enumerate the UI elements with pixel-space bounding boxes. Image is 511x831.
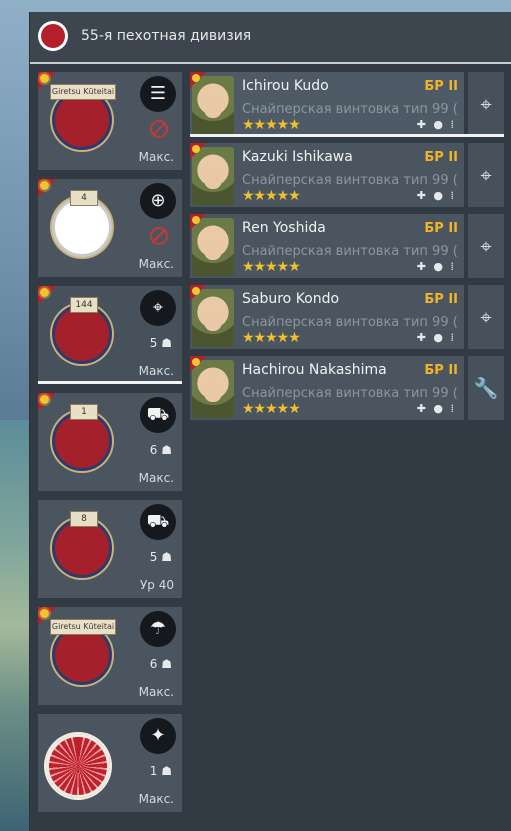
soldier-name: Hachirou Nakashima — [242, 362, 387, 378]
squad-emblem — [52, 197, 112, 257]
parachute-icon: ☂ — [140, 611, 176, 647]
squad-level: Макс. — [138, 150, 174, 164]
soldier-row-3[interactable]: Ren Yoshida БР II Снайперская винтовка т… — [190, 214, 464, 278]
squad-count: 5 ☗ — [149, 336, 172, 350]
wrench-icon[interactable]: 🔧 — [468, 356, 504, 420]
squad-count: 5 ☗ — [149, 550, 172, 564]
squad-count-value: 5 — [149, 550, 158, 564]
equipment-icons: ✚ ● ⁞ — [416, 402, 456, 415]
soldier-name: Kazuki Ishikawa — [242, 149, 353, 165]
sun-icon — [40, 609, 49, 618]
crosshair-icon[interactable]: ⌖ — [468, 214, 504, 278]
soldier-weapon: Снайперская винтовка тип 99 ( — [242, 102, 458, 117]
squad-rank: 1 — [70, 404, 98, 420]
soldier-name: Ren Yoshida — [242, 220, 326, 236]
sun-icon — [40, 288, 49, 297]
crosshair-icon[interactable]: ⌖ — [468, 143, 504, 207]
squad-level: Ур 40 — [139, 578, 174, 592]
battle-rating: БР II — [424, 79, 458, 94]
squad-ribbon: Giretsu Kūteitai — [50, 619, 116, 635]
soldier-name: Ichirou Kudo — [242, 78, 329, 94]
squad-count-value: 1 — [149, 764, 158, 778]
squad-level: Макс. — [138, 364, 174, 378]
japan-flag-icon — [38, 21, 68, 51]
sun-icon — [40, 74, 49, 83]
sun-icon — [192, 358, 200, 366]
squad-card-6[interactable]: Giretsu Kūteitai ☂ 6 ☗ Макс. — [38, 607, 182, 705]
rating-stars: ★★★★★ — [242, 188, 301, 204]
squad-selection-indicator — [38, 381, 182, 384]
squad-count: 1 ☗ — [149, 764, 172, 778]
squad-rank: 144 — [70, 297, 98, 313]
imperial-seal-emblem — [46, 734, 110, 798]
list-icon: ☰ — [140, 76, 176, 112]
rating-stars: ★★★★★ — [242, 117, 301, 133]
squad-count: 6 ☗ — [149, 657, 172, 671]
squad-card-3[interactable]: 144 ⌖ 5 ☗ Макс. — [38, 286, 182, 384]
blocked-icon — [150, 120, 168, 138]
squad-panel: 55-я пехотная дивизия Giretsu Kūteitai ☰… — [29, 12, 511, 831]
grenade-icon: ✦ — [140, 718, 176, 754]
equipment-icons: ✚ ● ⁞ — [416, 260, 456, 273]
squad-level: Макс. — [138, 685, 174, 699]
soldier-row-4[interactable]: Saburo Kondo БР II Снайперская винтовка … — [190, 285, 464, 349]
rating-stars: ★★★★★ — [242, 401, 301, 417]
soldier-weapon: Снайперская винтовка тип 99 ( — [242, 173, 458, 188]
battle-rating: БР II — [424, 363, 458, 378]
squad-card-1[interactable]: Giretsu Kūteitai ☰ Макс. — [38, 72, 182, 170]
vehicle-icon: ⛟ — [140, 397, 176, 433]
division-header: 55-я пехотная дивизия — [30, 12, 511, 64]
battle-rating: БР II — [424, 292, 458, 307]
squad-count-value: 6 — [149, 657, 158, 671]
equipment-icons: ✚ ● ⁞ — [416, 118, 456, 131]
squad-rank: 4 — [70, 190, 98, 206]
soldier-row-1[interactable]: Ichirou Kudo БР II Снайперская винтовка … — [190, 72, 464, 136]
battle-rating: БР II — [424, 150, 458, 165]
sun-icon — [40, 395, 49, 404]
medic-icon: ⊕ — [140, 183, 176, 219]
soldier-weapon: Снайперская винтовка тип 99 ( — [242, 315, 458, 330]
tank-icon: ⛟ — [140, 504, 176, 540]
soldier-weapon: Снайперская винтовка тип 99 ( — [242, 386, 458, 401]
squad-emblem — [52, 411, 112, 471]
sun-icon — [192, 74, 200, 82]
squad-card-5[interactable]: 8 ⛟ 5 ☗ Ур 40 — [38, 500, 182, 598]
rating-stars: ★★★★★ — [242, 259, 301, 275]
squad-rank: 8 — [70, 511, 98, 527]
equipment-icons: ✚ ● ⁞ — [416, 189, 456, 202]
rating-stars: ★★★★★ — [242, 330, 301, 346]
soldier-row-5[interactable]: Hachirou Nakashima БР II Снайперская вин… — [190, 356, 464, 420]
sun-icon — [192, 287, 200, 295]
crosshair-icon[interactable]: ⌖ — [468, 285, 504, 349]
soldier-name: Saburo Kondo — [242, 291, 340, 307]
squad-level: Макс. — [138, 257, 174, 271]
squad-level: Макс. — [138, 471, 174, 485]
equipment-icons: ✚ ● ⁞ — [416, 331, 456, 344]
battle-rating: БР II — [424, 221, 458, 236]
squad-count-value: 6 — [149, 443, 158, 457]
squad-level: Макс. — [138, 792, 174, 806]
squad-emblem — [52, 518, 112, 578]
crosshair-icon[interactable]: ⌖ — [468, 72, 504, 136]
squad-count: 6 ☗ — [149, 443, 172, 457]
sun-icon — [192, 216, 200, 224]
sun-icon — [40, 181, 49, 190]
soldier-row-2[interactable]: Kazuki Ishikawa БР II Снайперская винтов… — [190, 143, 464, 207]
soldier-selection-indicator — [190, 134, 504, 137]
squad-emblem — [52, 304, 112, 364]
squad-card-2[interactable]: 4 ⊕ Макс. — [38, 179, 182, 277]
squad-ribbon: Giretsu Kūteitai — [50, 84, 116, 100]
squad-card-4[interactable]: 1 ⛟ 6 ☗ Макс. — [38, 393, 182, 491]
squad-card-7[interactable]: ✦ 1 ☗ Макс. — [38, 714, 182, 812]
squad-count-value: 5 — [149, 336, 158, 350]
blocked-icon — [150, 227, 168, 245]
crosshair-icon: ⌖ — [140, 290, 176, 326]
division-title: 55-я пехотная дивизия — [81, 28, 252, 44]
sun-icon — [192, 145, 200, 153]
soldier-weapon: Снайперская винтовка тип 99 ( — [242, 244, 458, 259]
